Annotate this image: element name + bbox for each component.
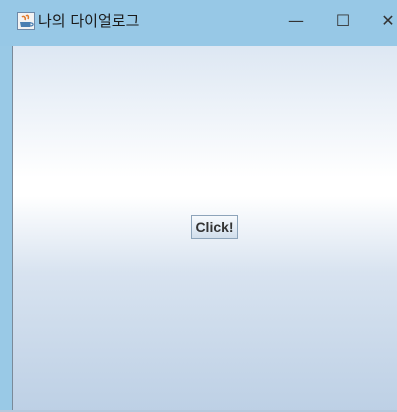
dialog-window: 나의 다이얼로그 — ☐ ✕ Click! (0, 0, 397, 412)
maximize-icon[interactable]: ☐ (328, 9, 358, 33)
window-title: 나의 다이얼로그 (38, 12, 140, 30)
java-cup-icon (17, 12, 35, 30)
close-icon[interactable]: ✕ (373, 9, 397, 33)
click-button[interactable]: Click! (191, 215, 238, 239)
dialog-content-panel: Click! (12, 46, 397, 412)
minimize-icon[interactable]: — (281, 9, 311, 33)
title-bar[interactable]: 나의 다이얼로그 — ☐ ✕ (0, 0, 397, 46)
